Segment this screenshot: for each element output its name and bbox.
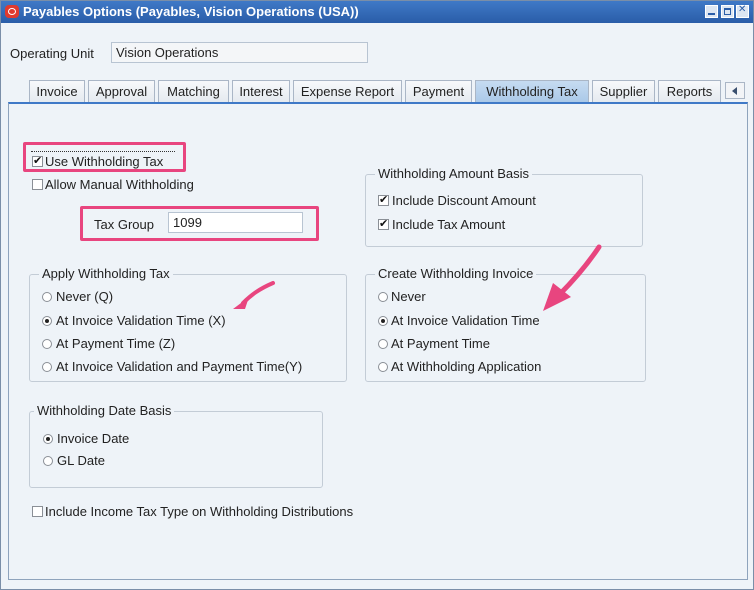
include-income-tax-type-checkbox[interactable] <box>32 506 43 517</box>
create-never-radio[interactable] <box>378 292 388 302</box>
tab-expense-report[interactable]: Expense Report <box>293 80 402 103</box>
payables-options-window: Payables Options (Payables, Vision Opera… <box>0 0 754 590</box>
apply-never-label: Never (Q) <box>56 289 114 304</box>
create-withholding-application-label: At Withholding Application <box>391 359 542 374</box>
maximize-icon[interactable] <box>721 5 734 18</box>
tab-withholding-tax[interactable]: Withholding Tax <box>475 80 589 103</box>
tab-interest[interactable]: Interest <box>232 80 290 103</box>
annotation-arrow-right-icon <box>543 244 602 311</box>
apply-payment-time-radio[interactable] <box>42 339 52 349</box>
tab-matching[interactable]: Matching <box>158 80 229 103</box>
invoice-date-radio[interactable] <box>43 434 53 444</box>
tab-invoice[interactable]: Invoice <box>29 80 85 103</box>
operating-unit-field[interactable]: Vision Operations <box>111 42 368 63</box>
include-discount-amount-label: Include Discount Amount <box>392 193 536 208</box>
highlight-tax-group <box>80 206 319 241</box>
title-bar[interactable]: Payables Options (Payables, Vision Opera… <box>1 1 753 23</box>
annotation-arrow-left-icon <box>233 281 275 309</box>
create-withholding-invoice-title: Create Withholding Invoice <box>375 266 537 281</box>
withholding-date-basis-group <box>29 411 323 488</box>
apply-validation-and-payment-label: At Invoice Validation and Payment Time(Y… <box>56 359 303 374</box>
include-income-tax-type-label: Include Income Tax Type on Withholding D… <box>45 504 354 519</box>
include-tax-amount-checkbox[interactable] <box>378 217 389 230</box>
invoice-date-label: Invoice Date <box>57 431 130 446</box>
withholding-date-basis-title: Withholding Date Basis <box>34 403 175 418</box>
apply-invoice-validation-label: At Invoice Validation Time (X) <box>56 313 226 328</box>
create-never-label: Never <box>391 289 426 304</box>
apply-withholding-tax-title: Apply Withholding Tax <box>39 266 173 281</box>
close-icon[interactable] <box>736 4 749 18</box>
window-title: Payables Options (Payables, Vision Opera… <box>23 4 359 19</box>
tab-reports[interactable]: Reports <box>658 80 721 103</box>
withholding-amount-basis-title: Withholding Amount Basis <box>375 166 533 181</box>
create-invoice-validation-label: At Invoice Validation Time <box>391 313 540 328</box>
create-payment-time-label: At Payment Time <box>391 336 490 351</box>
withholding-amount-basis-group <box>365 174 643 247</box>
apply-validation-and-payment-radio[interactable] <box>42 362 52 372</box>
operating-unit-label: Operating Unit <box>10 46 94 61</box>
tab-supplier[interactable]: Supplier <box>592 80 655 103</box>
include-discount-amount-checkbox[interactable] <box>378 193 389 206</box>
allow-manual-withholding-label: Allow Manual Withholding <box>45 177 194 192</box>
minimize-icon[interactable] <box>705 5 718 18</box>
create-invoice-validation-radio[interactable] <box>378 316 388 326</box>
apply-invoice-validation-radio[interactable] <box>42 316 52 326</box>
gl-date-radio[interactable] <box>43 456 53 466</box>
apply-payment-time-label: At Payment Time (Z) <box>56 336 176 351</box>
highlight-use-withholding-tax <box>23 142 186 172</box>
tab-scroll-left-icon[interactable] <box>725 82 745 99</box>
tab-payment[interactable]: Payment <box>405 80 472 103</box>
oracle-app-icon <box>5 5 19 18</box>
gl-date-label: GL Date <box>57 453 105 468</box>
include-tax-amount-label: Include Tax Amount <box>392 217 506 232</box>
tab-approval[interactable]: Approval <box>88 80 155 103</box>
create-payment-time-radio[interactable] <box>378 339 388 349</box>
create-withholding-application-radio[interactable] <box>378 362 388 372</box>
allow-manual-withholding-checkbox[interactable] <box>32 179 43 190</box>
apply-never-radio[interactable] <box>42 292 52 302</box>
